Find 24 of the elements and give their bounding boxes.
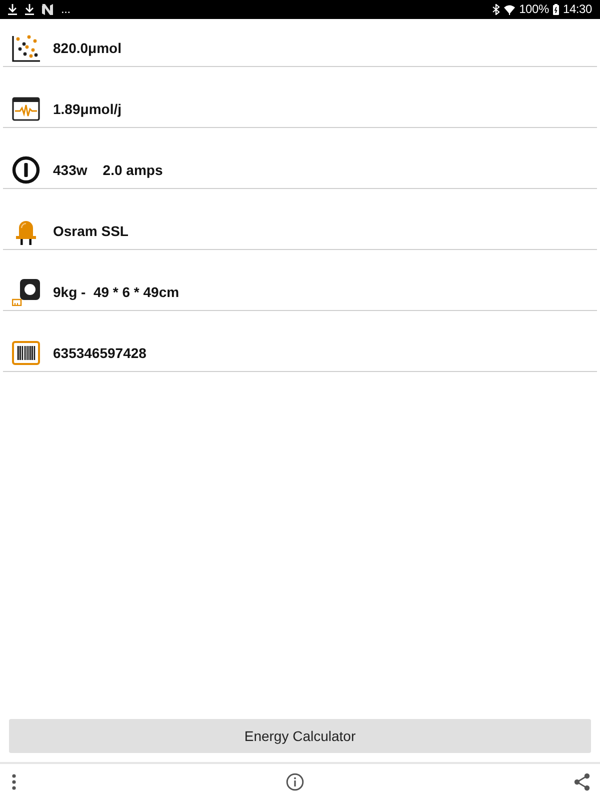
bluetooth-icon <box>492 4 500 15</box>
detail-text: 820.0μmol <box>53 39 122 58</box>
detail-text: 433w 2.0 amps <box>53 161 163 180</box>
barcode-icon <box>12 339 40 367</box>
tape-measure-icon <box>12 278 40 306</box>
detail-text: 635346597428 <box>53 344 146 363</box>
more-options-icon[interactable] <box>12 774 16 790</box>
download-icon <box>25 4 34 15</box>
notification-overflow: ... <box>61 1 70 18</box>
detail-text: 1.89μmol/j <box>53 100 122 119</box>
detail-text: Osram SSL <box>53 222 128 241</box>
scatter-plot-icon <box>12 34 40 62</box>
power-icon <box>12 156 40 184</box>
share-icon[interactable] <box>574 773 590 791</box>
battery-icon <box>552 4 559 15</box>
detail-text: 9kg - 49 * 6 * 49cm <box>53 283 180 302</box>
wifi-icon <box>504 4 516 15</box>
energy-calculator-button[interactable]: Energy Calculator <box>9 719 591 753</box>
clock-time: 14:30 <box>562 1 592 18</box>
n-logo-icon <box>42 4 53 15</box>
download-icon <box>8 4 17 15</box>
waveform-window-icon <box>12 95 40 123</box>
battery-percentage: 100% <box>519 1 549 18</box>
info-icon[interactable] <box>286 773 304 791</box>
